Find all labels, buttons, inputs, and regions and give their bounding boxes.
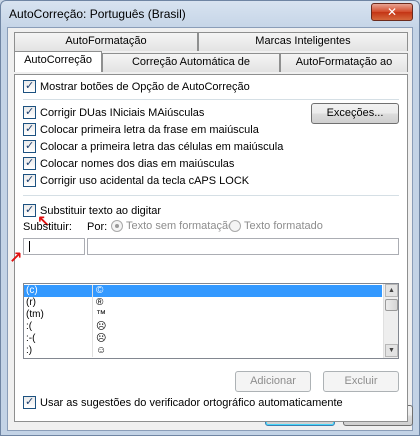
separator [23,195,399,196]
list-item[interactable]: (c) © [24,285,382,297]
plain-text-radio[interactable] [111,220,123,233]
entry-to: ☹ [96,333,107,344]
replace-typing-label: Substituir texto ao digitar [40,204,162,217]
formatted-text-label: Texto formatado [244,220,323,232]
use-speller-option[interactable]: Usar as sugestões do verificador ortográ… [23,395,343,410]
first-sentence-option[interactable]: Colocar primeira letra da frase em maiús… [23,122,259,137]
plain-text-option[interactable]: Texto sem formatação [111,220,235,233]
list-item[interactable]: (tm) ™ [24,309,382,321]
first-cell-checkbox[interactable] [23,139,36,153]
entry-to: ™ [96,309,106,320]
day-names-label: Colocar nomes dos dias em maiúsculas [40,157,235,170]
two-initials-option[interactable]: Corrigir DUas INiciais MAiúsculas [23,105,204,120]
plain-text-label: Texto sem formatação [126,220,235,232]
first-cell-option[interactable]: Colocar a primeira letra das células em … [23,139,283,154]
first-sentence-label: Colocar primeira letra da frase em maiús… [40,123,259,136]
autocorrect-panel: Mostrar botões de Opção de AutoCorreção … [9,74,408,422]
entry-from: :) [26,345,33,356]
entry-to: © [96,285,104,296]
autocorrect-dialog: AutoCorreção: Português (Brasil) ✕ AutoF… [0,0,420,436]
entry-from: :( [26,321,33,332]
two-initials-checkbox[interactable] [23,105,36,119]
add-button[interactable]: Adicionar [235,371,311,392]
list-item[interactable]: :) ☺ [24,345,382,357]
scroll-down-icon[interactable]: ▼ [385,344,398,357]
close-button[interactable]: ✕ [371,3,413,21]
separator [23,99,399,100]
replace-typing-checkbox[interactable] [23,203,36,217]
use-speller-label: Usar as sugestões do verificador ortográ… [40,396,343,409]
caps-lock-label: Corrigir uso acidental da tecla cAPS LOC… [40,174,250,187]
entry-to: ® [96,297,104,308]
entry-from: :-( [26,333,36,344]
scroll-up-icon[interactable]: ▲ [385,284,398,297]
two-initials-label: Corrigir DUas INiciais MAiúsculas [40,106,205,119]
entry-from: (tm) [26,309,44,320]
title-bar: AutoCorreção: Português (Brasil) ✕ [1,1,419,27]
tab-math-autocorrect[interactable]: Correção Automática de Matemática [102,53,280,85]
show-buttons-checkbox[interactable] [23,79,36,93]
replace-input[interactable] [23,238,85,255]
with-label: Por: [87,221,108,233]
caps-lock-checkbox[interactable] [23,173,36,187]
delete-button[interactable]: Excluir [323,371,399,392]
first-cell-label: Colocar a primeira letra das células em … [40,140,284,153]
autocorrect-entries-list[interactable]: (c) © (r) ® (tm) ™ :( ☹:-(☹:) ☺ ▲ ▼ [23,283,399,359]
formatted-text-radio[interactable] [229,220,241,233]
tab-autoformat-as-you-type[interactable]: AutoFormatação ao digitar [280,53,408,85]
dialog-content: AutoFormatação Marcas Inteligentes AutoC… [7,27,413,431]
exceptions-button[interactable]: Exceções... [311,103,399,124]
list-item[interactable]: (r) ® [24,297,382,309]
day-names-checkbox[interactable] [23,156,36,170]
tab-autocorrect[interactable]: AutoCorreção [14,51,102,72]
with-input[interactable] [87,238,399,255]
entry-to: ☺ [96,345,107,356]
list-scrollbar[interactable]: ▲ ▼ [383,284,398,358]
tab-autoformat[interactable]: AutoFormatação [14,32,198,51]
entry-to: ☹ [96,321,107,332]
list-item[interactable]: :( ☹ [24,321,382,333]
text-cursor [29,241,30,252]
replace-label: Substituir: [23,221,72,233]
day-names-option[interactable]: Colocar nomes dos dias em maiúsculas [23,156,234,171]
show-buttons-option[interactable]: Mostrar botões de Opção de AutoCorreção [23,79,250,94]
entry-from: (r) [26,297,36,308]
list-item[interactable]: :-( ☹ [24,333,382,345]
scroll-thumb[interactable] [385,299,398,311]
caps-lock-option[interactable]: Corrigir uso acidental da tecla cAPS LOC… [23,173,249,188]
window-title: AutoCorreção: Português (Brasil) [9,7,186,21]
formatted-text-option[interactable]: Texto formatado [229,220,323,233]
first-sentence-checkbox[interactable] [23,122,36,136]
use-speller-checkbox[interactable] [23,395,36,409]
entry-from: (c) [26,285,38,296]
annotation-arrow-icon: ↗ [9,250,23,267]
show-buttons-label: Mostrar botões de Opção de AutoCorreção [40,80,250,93]
tab-smart-tags[interactable]: Marcas Inteligentes [198,32,408,51]
